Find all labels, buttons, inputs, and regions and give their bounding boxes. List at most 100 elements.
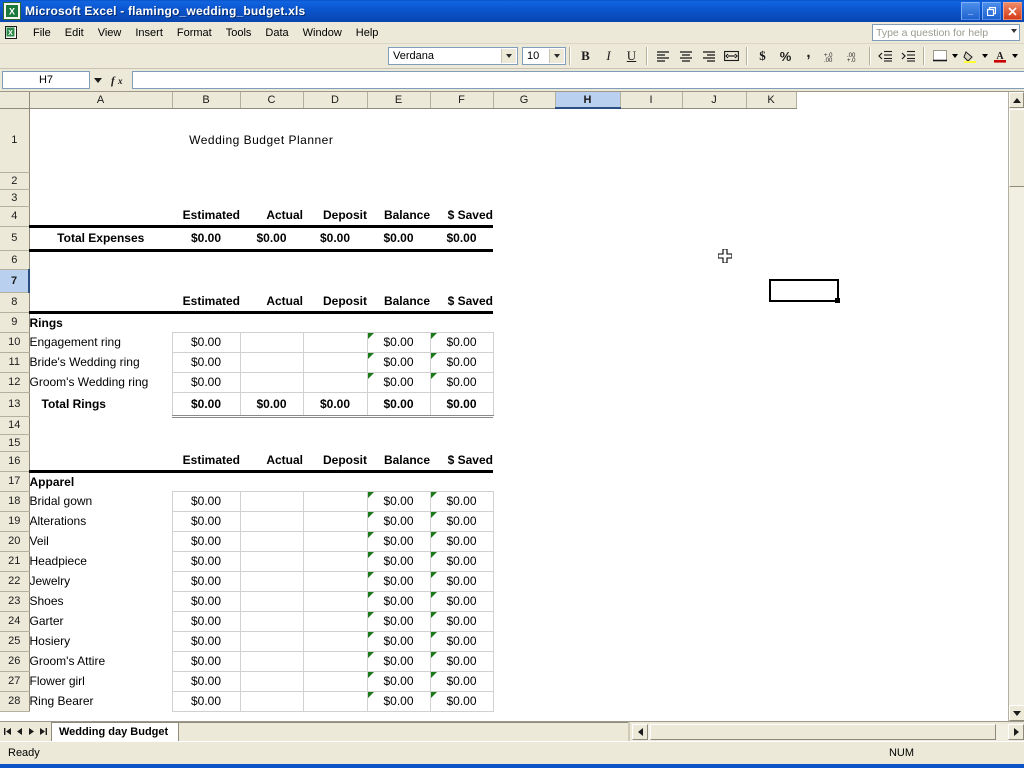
row-header-27[interactable]: 27 — [0, 671, 30, 692]
item-balance[interactable]: $0.00 — [366, 590, 431, 612]
menu-view[interactable]: View — [91, 25, 129, 41]
font-name-chevron-down-icon[interactable] — [501, 49, 516, 63]
cell-f6[interactable] — [430, 250, 493, 269]
column-header-h[interactable]: H — [555, 92, 621, 109]
decrease-decimal-icon[interactable]: .00 +.0 — [843, 45, 866, 67]
sheet-tab-wedding-day-budget[interactable]: Wedding day Budget — [51, 722, 180, 741]
item-saved[interactable]: $0.00 — [429, 610, 494, 632]
cell-k17[interactable] — [746, 471, 796, 491]
cell-h22[interactable] — [555, 571, 620, 591]
row-header-6[interactable]: 6 — [0, 250, 30, 270]
font-color-chevron-down-icon[interactable] — [1012, 54, 1018, 58]
cell-h21[interactable] — [555, 551, 620, 571]
item-saved[interactable]: $0.00 — [429, 690, 494, 712]
item-estimated[interactable]: $0.00 — [171, 371, 241, 393]
cell-h14[interactable] — [555, 416, 620, 434]
cell-j4[interactable] — [682, 206, 746, 226]
cell-i6[interactable] — [620, 250, 682, 269]
menu-insert[interactable]: Insert — [128, 25, 170, 41]
item-name[interactable]: Bridal gown — [29, 491, 172, 511]
borders-icon[interactable] — [928, 45, 951, 67]
next-sheet-button[interactable] — [26, 725, 37, 738]
underline-button[interactable]: U — [620, 45, 643, 67]
cell-h19[interactable] — [555, 511, 620, 531]
cell-j16[interactable] — [682, 451, 746, 471]
item-saved[interactable]: $0.00 — [429, 510, 494, 532]
cell-f14[interactable] — [430, 416, 493, 434]
cell-k25[interactable] — [746, 631, 796, 651]
cell-k4[interactable] — [746, 206, 796, 226]
cell-g22[interactable] — [493, 571, 555, 591]
item-saved[interactable]: $0.00 — [429, 570, 494, 592]
row-header-9[interactable]: 9 — [0, 312, 30, 333]
restore-button[interactable] — [982, 2, 1001, 20]
cell-i16[interactable] — [620, 451, 682, 471]
cell-j18[interactable] — [682, 491, 746, 511]
cell-d7[interactable] — [303, 269, 367, 292]
item-actual[interactable] — [239, 331, 304, 353]
cell-b14[interactable] — [172, 416, 240, 434]
item-deposit[interactable] — [302, 670, 368, 692]
column-header-e[interactable]: E — [367, 92, 431, 109]
cell-g11[interactable] — [493, 352, 555, 372]
cell-i21[interactable] — [620, 551, 682, 571]
cell-k12[interactable] — [746, 372, 796, 392]
merge-and-center-icon[interactable] — [720, 45, 743, 67]
cell-i25[interactable] — [620, 631, 682, 651]
increase-decimal-icon[interactable]: +.0.00 — [820, 45, 843, 67]
item-balance[interactable]: $0.00 — [366, 351, 431, 373]
cell-b6[interactable] — [172, 250, 240, 269]
item-deposit[interactable] — [302, 351, 368, 373]
cell-j14[interactable] — [682, 416, 746, 434]
cell-k7[interactable] — [746, 269, 796, 292]
cell-g23[interactable] — [493, 591, 555, 611]
cell-f7[interactable] — [430, 269, 493, 292]
row-header-3[interactable]: 3 — [0, 189, 30, 207]
cell-j12[interactable] — [682, 372, 746, 392]
cell-k18[interactable] — [746, 491, 796, 511]
column-header-g[interactable]: G — [493, 92, 556, 109]
cell-k6[interactable] — [746, 250, 796, 269]
cell-b7[interactable] — [172, 269, 240, 292]
cell-j24[interactable] — [682, 611, 746, 631]
menu-edit[interactable]: Edit — [58, 25, 91, 41]
cell-i14[interactable] — [620, 416, 682, 434]
item-estimated[interactable]: $0.00 — [171, 490, 241, 512]
align-center-icon[interactable] — [674, 45, 697, 67]
item-name[interactable]: Engagement ring — [29, 332, 172, 352]
cell-d15[interactable] — [303, 434, 367, 451]
cell-a16[interactable] — [29, 451, 172, 473]
cell-g6[interactable] — [493, 250, 555, 269]
cell-k13[interactable] — [746, 392, 796, 416]
row-header-10[interactable]: 10 — [0, 332, 30, 353]
item-deposit[interactable] — [302, 510, 368, 532]
item-actual[interactable] — [239, 690, 304, 712]
item-balance[interactable]: $0.00 — [366, 530, 431, 552]
row-header-2[interactable]: 2 — [0, 172, 30, 190]
menu-data[interactable]: Data — [258, 25, 295, 41]
total-expenses-saved[interactable]: $0.00 — [430, 226, 493, 252]
row-header-20[interactable]: 20 — [0, 531, 30, 552]
item-actual[interactable] — [239, 351, 304, 373]
cell-a6[interactable] — [29, 250, 172, 269]
row-header-25[interactable]: 25 — [0, 631, 30, 652]
cell-j15[interactable] — [682, 434, 746, 451]
cell-g25[interactable] — [493, 631, 555, 651]
row-header-23[interactable]: 23 — [0, 591, 30, 612]
cell-g15[interactable] — [493, 434, 555, 451]
item-saved[interactable]: $0.00 — [429, 650, 494, 672]
item-saved[interactable]: $0.00 — [429, 550, 494, 572]
item-balance[interactable]: $0.00 — [366, 670, 431, 692]
cell-h12[interactable] — [555, 372, 620, 392]
scroll-down-button[interactable] — [1009, 705, 1024, 721]
item-deposit[interactable] — [302, 570, 368, 592]
cell-h1[interactable] — [555, 108, 620, 172]
fill-color-icon[interactable] — [958, 45, 981, 67]
total-rings-actual[interactable]: $0.00 — [239, 391, 304, 418]
cell-j20[interactable] — [682, 531, 746, 551]
cell-h24[interactable] — [555, 611, 620, 631]
row-header-22[interactable]: 22 — [0, 571, 30, 592]
font-name-combo[interactable]: Verdana — [388, 47, 518, 65]
item-estimated[interactable]: $0.00 — [171, 530, 241, 552]
cell-a4[interactable] — [29, 206, 172, 228]
